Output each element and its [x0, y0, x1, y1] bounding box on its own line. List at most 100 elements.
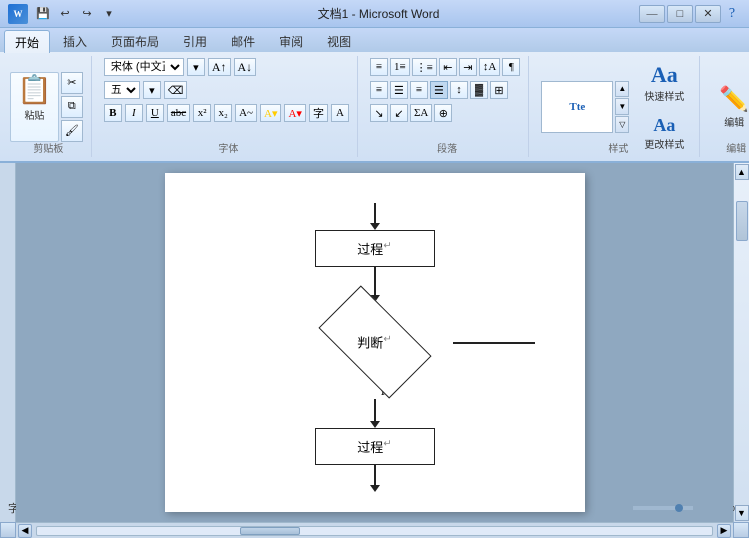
align-right-btn[interactable]: ≡ [410, 81, 428, 99]
justify-btn[interactable]: ☰ [430, 81, 448, 99]
scroll-thumb[interactable] [736, 201, 748, 241]
flow-y-section: Y↵ [205, 382, 545, 428]
flow-arrow-3 [374, 399, 376, 421]
restore-btn[interactable]: □ [667, 5, 693, 23]
quick-change-style: Aa 快速样式 Aa 更改样式 [637, 58, 691, 155]
zoom-slider[interactable] [633, 506, 693, 510]
style-scroll-up[interactable]: ▲ [615, 81, 629, 98]
flow-arrow-initial [374, 203, 376, 223]
save-qa-btn[interactable]: 💾 [34, 5, 52, 23]
flow-rect-1-text: 过程 [357, 242, 383, 257]
tab-references[interactable]: 引用 [172, 29, 218, 52]
copy-btn[interactable]: ⧉ [61, 96, 83, 118]
flowchart: 过程↵ 判断↵ [205, 193, 545, 492]
style-preview-normal[interactable]: Tte [541, 81, 613, 133]
horizontal-scrollbar[interactable]: ◀ ▶ [16, 522, 733, 538]
clipboard-group: 📋 粘贴 ✂ ⧉ 🖌 剪贴板 [6, 56, 92, 157]
tab-view[interactable]: 视图 [316, 29, 362, 52]
close-btn[interactable]: ✕ [695, 5, 721, 23]
corner-box[interactable] [0, 522, 16, 538]
style-scroll-btns: ▲ ▼ ▽ [615, 81, 629, 133]
flow-diamond-right-line [453, 342, 535, 344]
font-grow-btn[interactable]: A↑ [208, 58, 231, 76]
document-page: 过程↵ 判断↵ [165, 173, 585, 512]
para-group-label: 段落 [437, 140, 457, 155]
strikethrough-btn[interactable]: abc [167, 104, 190, 122]
font-family-select[interactable]: 宋体 (中文正· [104, 58, 184, 76]
editing-label: 编辑 [724, 114, 744, 129]
italic-btn[interactable]: I [125, 104, 143, 122]
flow-diamond-text: 判断↵ [357, 333, 391, 352]
flow-arrow-2 [374, 267, 376, 295]
paste-label: 粘贴 [24, 107, 44, 122]
align-center-btn[interactable]: ☰ [390, 81, 408, 99]
tab-review[interactable]: 审阅 [268, 29, 314, 52]
vertical-ruler [0, 163, 16, 522]
text-effect-btn[interactable]: A~ [235, 104, 257, 122]
align-left-btn[interactable]: ≡ [370, 81, 388, 99]
shading-btn[interactable]: ▓ [470, 81, 488, 99]
paragraph-group: ≡ 1≡ ⋮≡ ⇤ ⇥ ↕A ¶ ≡ ☰ ≡ ☰ ↕ ▓ ⊞ [366, 56, 529, 157]
font-size-select[interactable]: 五号 [104, 81, 140, 99]
font-size-expand-btn[interactable]: ▾ [143, 81, 161, 99]
increase-indent-btn[interactable]: ⇥ [459, 58, 477, 76]
decrease-indent-btn[interactable]: ⇤ [439, 58, 457, 76]
corner-box-2[interactable] [733, 522, 749, 538]
paste-button[interactable]: 📋 粘贴 [10, 72, 59, 142]
ribbon-content: 📋 粘贴 ✂ ⧉ 🖌 剪贴板 宋体 (中文正· [0, 52, 749, 161]
font-color-btn[interactable]: A▾ [284, 104, 305, 122]
window-title: 文档1 - Microsoft Word [318, 5, 440, 22]
quick-style-btn[interactable]: Aa 快速样式 [637, 58, 691, 107]
document-container: 过程↵ 判断↵ [0, 163, 749, 497]
underline-btn[interactable]: U [146, 104, 164, 122]
clear-format-btn[interactable]: ⌫ [164, 81, 188, 99]
tab-home[interactable]: 开始 [4, 30, 50, 53]
redo-qa-btn[interactable]: ↪ [78, 5, 96, 23]
tab-mailings[interactable]: 邮件 [220, 29, 266, 52]
cut-btn[interactable]: ✂ [61, 72, 83, 94]
change-style-btn[interactable]: Aa 更改样式 [637, 111, 691, 155]
para-extra-btn2[interactable]: ⊕ [434, 104, 452, 122]
indent-btn3[interactable]: ↙ [390, 104, 408, 122]
char-border-btn[interactable]: 字 [309, 104, 328, 122]
h-scroll-right-btn[interactable]: ▶ [717, 524, 731, 538]
para-align-row: ≡ ☰ ≡ ☰ ↕ ▓ ⊞ [370, 81, 508, 99]
minimize-btn[interactable]: — [639, 5, 665, 23]
flow-arrow-4 [374, 465, 376, 485]
bold-btn[interactable]: B [104, 104, 122, 122]
para-extra-btn[interactable]: ΣA [410, 104, 432, 122]
styles-group: Tte ▲ ▼ ▽ Aa 快速样式 Aa 更改样式 [537, 56, 700, 157]
editing-group: ✏️ 编辑 编辑 [708, 56, 749, 157]
style-expand[interactable]: ▽ [615, 116, 629, 133]
line-spacing-btn[interactable]: ↕ [450, 81, 468, 99]
editing-group-label: 编辑 [726, 140, 746, 155]
scroll-up-btn[interactable]: ▲ [735, 164, 749, 180]
editing-btn[interactable]: ✏️ 编辑 [712, 81, 749, 133]
superscript-btn[interactable]: x² [193, 104, 211, 122]
numbering-btn[interactable]: 1≡ [390, 58, 410, 76]
bullets-btn[interactable]: ≡ [370, 58, 388, 76]
sort-btn[interactable]: ↕A [479, 58, 500, 76]
styles-group-label: 样式 [608, 140, 628, 155]
tab-insert[interactable]: 插入 [52, 29, 98, 52]
customize-qa-btn[interactable]: ▾ [100, 5, 118, 23]
show-marks-btn[interactable]: ¶ [502, 58, 520, 76]
para-extra-row: ↘ ↙ ΣA ⊕ [370, 104, 452, 122]
borders-btn[interactable]: ⊞ [490, 81, 508, 99]
font-shrink-btn[interactable]: A↓ [234, 58, 257, 76]
tab-page-layout[interactable]: 页面布局 [100, 29, 170, 52]
format-painter-btn[interactable]: 🖌 [61, 120, 83, 142]
ribbon-help-btn[interactable]: ? [723, 5, 741, 23]
h-scroll-left-btn[interactable]: ◀ [18, 524, 32, 538]
subscript-btn[interactable]: x₂ [214, 104, 232, 122]
highlight-btn[interactable]: A▾ [260, 104, 281, 122]
font-expand-btn[interactable]: ▾ [187, 58, 205, 76]
vertical-scrollbar[interactable]: ▲ ▼ [733, 163, 749, 522]
undo-qa-btn[interactable]: ↩ [56, 5, 74, 23]
multilevel-btn[interactable]: ⋮≡ [412, 58, 437, 76]
style-scroll-down[interactable]: ▼ [615, 98, 629, 115]
h-scroll-thumb[interactable] [240, 527, 300, 535]
document-main[interactable]: 过程↵ 判断↵ [16, 163, 733, 522]
indent-btn2[interactable]: ↘ [370, 104, 388, 122]
char-shade-btn[interactable]: A [331, 104, 349, 122]
